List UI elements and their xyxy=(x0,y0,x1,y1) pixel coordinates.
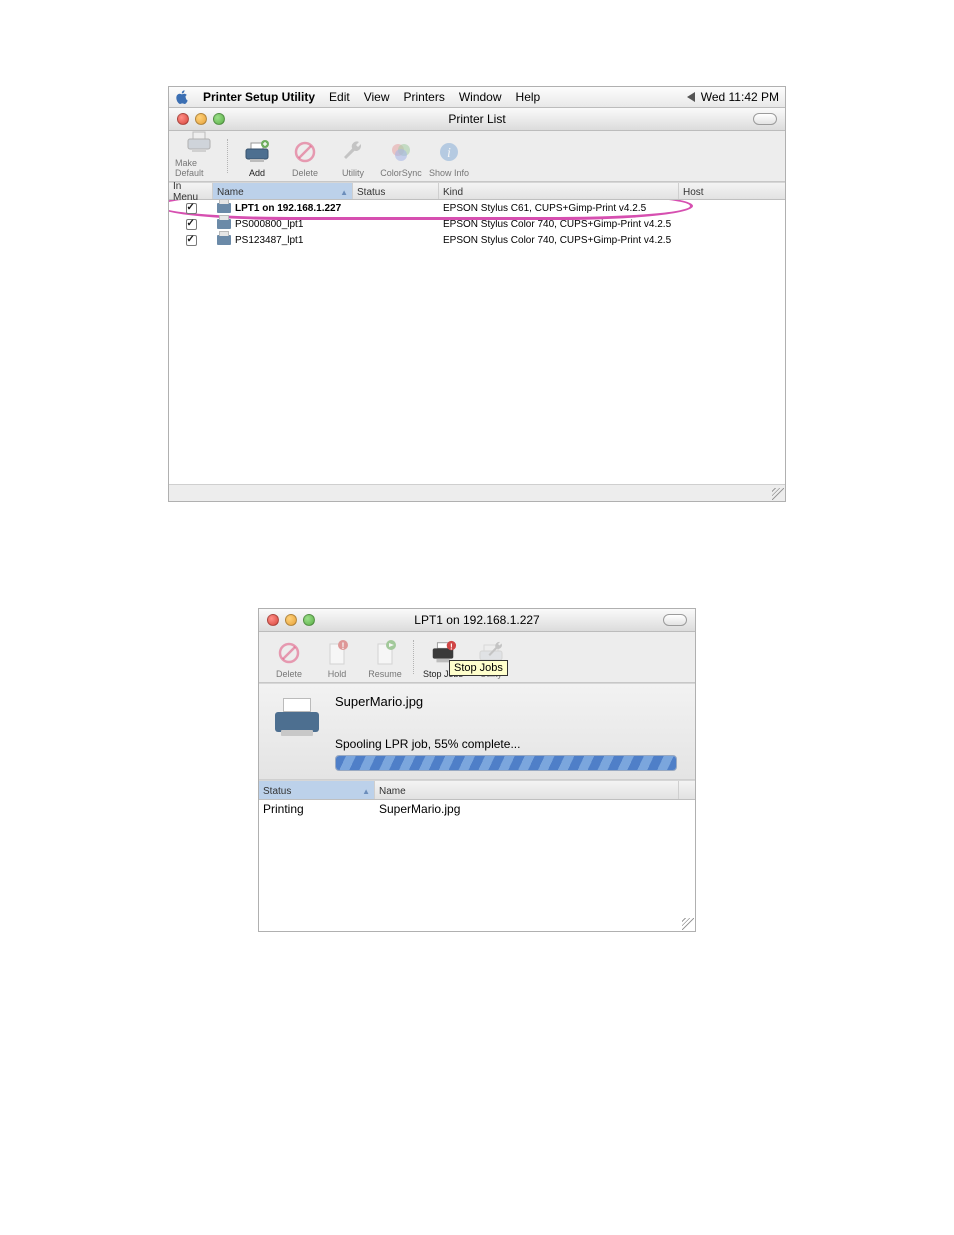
window-titlebar[interactable]: LPT1 on 192.168.1.227 xyxy=(259,609,695,632)
svg-text:i: i xyxy=(447,146,451,161)
menu-help[interactable]: Help xyxy=(516,90,541,104)
menu-printers[interactable]: Printers xyxy=(404,90,445,104)
job-list-body[interactable]: Printing SuperMario.jpg xyxy=(259,800,695,931)
window-title: LPT1 on 192.168.1.227 xyxy=(259,613,695,627)
resize-handle[interactable] xyxy=(682,918,694,930)
col-status[interactable]: Status xyxy=(353,183,439,199)
toolbar-toggle-button[interactable] xyxy=(753,113,777,125)
close-button[interactable] xyxy=(177,113,189,125)
progress-fill xyxy=(336,756,676,770)
printer-icon xyxy=(217,235,231,245)
traffic-lights xyxy=(169,113,225,125)
doc-hold-icon: ! xyxy=(323,639,351,667)
doc-resume-icon xyxy=(371,639,399,667)
menu-view[interactable]: View xyxy=(364,90,390,104)
svg-text:!: ! xyxy=(342,641,345,651)
in-menu-checkbox[interactable] xyxy=(186,203,197,214)
col-name[interactable]: Name▲ xyxy=(213,183,353,199)
no-entry-icon xyxy=(291,138,319,166)
print-queue-window: LPT1 on 192.168.1.227 Delete ! Hold Resu… xyxy=(258,608,696,932)
sort-asc-icon: ▲ xyxy=(362,787,370,796)
printer-add-icon xyxy=(243,138,271,166)
col-inmenu[interactable]: In Menu xyxy=(169,183,213,199)
hold-button[interactable]: ! Hold xyxy=(313,639,361,680)
table-row[interactable]: Printing SuperMario.jpg xyxy=(259,800,695,818)
no-entry-icon xyxy=(275,639,303,667)
col-host[interactable]: Host xyxy=(679,183,785,199)
info-icon: i xyxy=(435,138,463,166)
zoom-button[interactable] xyxy=(303,614,315,626)
delete-button[interactable]: Delete xyxy=(265,639,313,680)
colorsync-button[interactable]: ColorSync xyxy=(377,138,425,179)
printer-list-body[interactable]: LPT1 on 192.168.1.227 EPSON Stylus C61, … xyxy=(169,200,785,484)
resume-button[interactable]: Resume xyxy=(361,639,409,680)
printer-default-icon xyxy=(185,128,213,156)
in-menu-checkbox[interactable] xyxy=(186,235,197,246)
window-title: Printer List xyxy=(169,112,785,126)
delete-button[interactable]: Delete xyxy=(281,138,329,179)
job-filename: SuperMario.jpg xyxy=(335,694,679,709)
add-button[interactable]: Add xyxy=(233,138,281,179)
job-status-panel: SuperMario.jpg Spooling LPR job, 55% com… xyxy=(259,683,695,780)
zoom-button[interactable] xyxy=(213,113,225,125)
tooltip: Stop Jobs xyxy=(449,660,508,676)
svg-text:!: ! xyxy=(450,641,453,651)
col-kind[interactable]: Kind xyxy=(439,183,679,199)
progress-bar xyxy=(335,755,677,771)
column-headers: In Menu Name▲ Status Kind Host xyxy=(169,182,785,200)
minimize-button[interactable] xyxy=(195,113,207,125)
colorsync-icon xyxy=(387,138,415,166)
app-name[interactable]: Printer Setup Utility xyxy=(203,90,315,104)
printer-icon xyxy=(217,203,231,213)
toolbar-toggle-button[interactable] xyxy=(663,614,687,626)
toolbar: Delete ! Hold Resume ! Stop Jobs Utility xyxy=(259,632,695,683)
menubar: Printer Setup Utility Edit View Printers… xyxy=(169,87,785,108)
toolbar: Make Default Add Delete Utility ColorSy xyxy=(169,131,785,182)
printer-icon xyxy=(217,219,231,229)
sort-asc-icon: ▲ xyxy=(340,188,348,197)
table-row[interactable]: PS123487_lpt1 EPSON Stylus Color 740, CU… xyxy=(169,232,785,248)
job-status-text: Spooling LPR job, 55% complete... xyxy=(335,737,679,751)
table-row[interactable]: PS000800_lpt1 EPSON Stylus Color 740, CU… xyxy=(169,216,785,232)
menu-clock[interactable]: Wed 11:42 PM xyxy=(687,90,779,104)
window-titlebar[interactable]: Printer List xyxy=(169,108,785,131)
apple-menu-icon[interactable] xyxy=(175,90,189,104)
in-menu-checkbox[interactable] xyxy=(186,219,197,230)
printer-icon xyxy=(275,698,319,736)
printer-list-window: Printer Setup Utility Edit View Printers… xyxy=(168,86,786,502)
show-info-button[interactable]: i Show Info xyxy=(425,138,473,179)
resize-handle[interactable] xyxy=(772,488,784,500)
wrench-icon xyxy=(339,138,367,166)
make-default-button[interactable]: Make Default xyxy=(175,128,223,179)
col-status[interactable]: Status▲ xyxy=(259,781,375,799)
volume-icon xyxy=(687,92,695,102)
table-row[interactable]: LPT1 on 192.168.1.227 EPSON Stylus C61, … xyxy=(169,200,785,216)
minimize-button[interactable] xyxy=(285,614,297,626)
menu-window[interactable]: Window xyxy=(459,90,502,104)
menu-edit[interactable]: Edit xyxy=(329,90,350,104)
close-button[interactable] xyxy=(267,614,279,626)
utility-button[interactable]: Utility xyxy=(329,138,377,179)
col-name[interactable]: Name xyxy=(375,781,679,799)
column-headers: Status▲ Name xyxy=(259,780,695,800)
traffic-lights xyxy=(259,614,315,626)
